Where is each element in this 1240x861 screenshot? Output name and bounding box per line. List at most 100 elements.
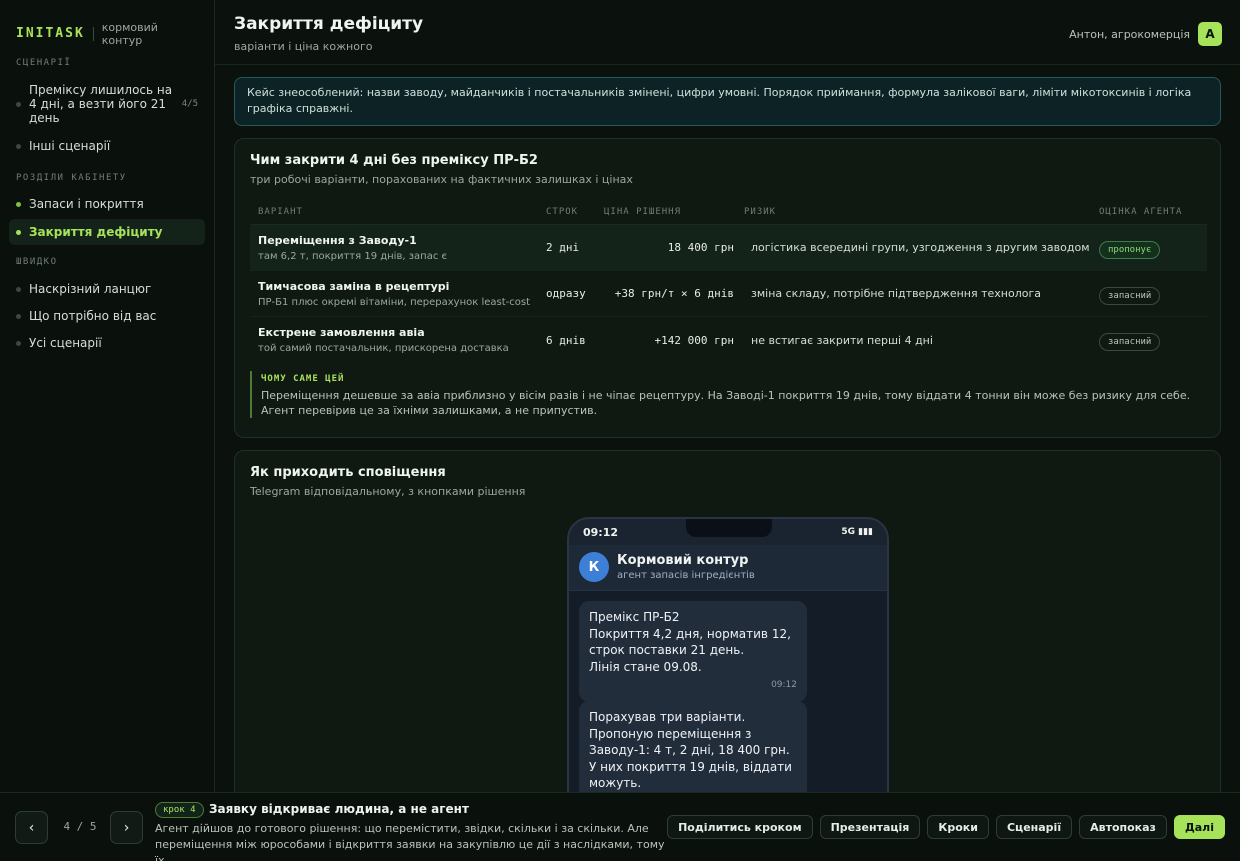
chat-description: агент запасів інгредієнтів — [617, 570, 755, 581]
sidebar-item-label: Що потрібно від вас — [29, 309, 157, 323]
sidebar-item-other-scenarios[interactable]: Інші сценарії — [9, 133, 205, 159]
sidebar-nav-quick: Наскрізний ланцюг Що потрібно від вас Ус… — [0, 276, 214, 356]
share-step-button[interactable]: Поділитись кроком — [667, 815, 813, 839]
notification-card-title: Як приходить сповіщення — [250, 465, 446, 480]
option-detail: той самий постачальник, прискорена доста… — [258, 343, 509, 354]
sidebar-item-label: Усі сценарії — [29, 336, 102, 350]
table-row[interactable]: Екстрене замовлення авіа той самий поста… — [250, 317, 1207, 363]
chat-message: Порахував три варіанти. Пропоную переміщ… — [579, 701, 807, 800]
chat-message: Премікс ПР-Б2 Покриття 4,2 дня, норматив… — [579, 601, 807, 702]
brand[interactable]: INITASK кормовий контур — [0, 0, 214, 50]
column-header-price: ЦІНА РІШЕННЯ — [604, 206, 682, 217]
user-menu[interactable]: Антон, агрокомерція А — [1069, 22, 1222, 46]
sidebar-item-chain[interactable]: Наскрізний ланцюг — [9, 276, 205, 302]
rating-cell: запасний — [1099, 283, 1207, 305]
sidebar-item-stocks[interactable]: Запаси і покриття — [9, 191, 205, 217]
header-divider — [215, 64, 1240, 65]
user-name[interactable]: Антон, агрокомерція — [1069, 28, 1190, 41]
option-detail: там 6,2 т, покриття 19 днів, запас є — [258, 250, 447, 262]
sidebar-nav-cabinet: Запаси і покриття Закриття дефіциту — [0, 191, 214, 245]
option-risk: логістика всередині групи, узгодження з … — [751, 241, 1090, 254]
message-text: Премікс ПР-Б2 Покриття 4,2 дня, норматив… — [589, 610, 791, 674]
column-header-term: СТРОК — [546, 206, 579, 217]
option-price: 18 400 грн — [667, 241, 734, 254]
chat-avatar: К — [579, 552, 609, 582]
brand-logo[interactable]: INITASK — [16, 26, 85, 41]
why-title: ЧОМУ САМЕ ЦЕЙ — [261, 374, 345, 384]
autoplay-button[interactable]: Автопоказ — [1079, 815, 1167, 839]
sidebar-section-title-quick: ШВИДКО — [16, 257, 58, 267]
why-text: Переміщення дешевше за авіа приблизно у … — [261, 389, 1191, 417]
bullet-icon — [16, 313, 21, 319]
option-name: Екстрене замовлення авіа — [258, 326, 425, 339]
presentation-button[interactable]: Презентація — [819, 815, 921, 839]
prev-step-button[interactable]: ‹ — [15, 811, 48, 844]
sidebar-item-all-scenarios[interactable]: Усі сценарії — [9, 330, 205, 356]
step-badge: крок 4 — [155, 802, 204, 818]
sidebar-item-deficit[interactable]: Закриття дефіциту — [9, 219, 205, 245]
status-badge: запасний — [1099, 333, 1161, 351]
why-callout: ЧОМУ САМЕ ЦЕЙ Переміщення дешевше за аві… — [250, 371, 1207, 418]
sidebar-item-current-scenario[interactable]: Преміксу лишилось на 4 дні, а везти його… — [9, 77, 205, 131]
next-button[interactable]: Далі — [1173, 815, 1225, 839]
options-card-title: Чим закрити 4 дні без преміксу ПР-Б2 — [250, 153, 538, 168]
sidebar-item-label: Інші сценарії — [29, 139, 111, 153]
rating-cell: запасний — [1099, 329, 1207, 351]
step-pager: 4 / 5 — [63, 820, 97, 833]
option-name: Тимчасова заміна в рецептурі — [258, 279, 450, 293]
column-header-risk: РИЗИК — [744, 206, 777, 217]
option-name: Переміщення з Заводу-1 — [258, 233, 417, 247]
sidebar-section-title-cabinet: РОЗДІЛИ КАБІНЕТУ — [16, 173, 127, 183]
next-step-button[interactable]: › — [110, 811, 143, 844]
notification-card-subtitle: Telegram відповідальному, з кнопками ріш… — [250, 485, 526, 498]
signal-icon: 5G ▮▮▮ — [841, 527, 873, 537]
scenarios-button[interactable]: Сценарії — [995, 815, 1073, 839]
sidebar-item-label: Наскрізний ланцюг — [29, 282, 152, 296]
sidebar-item-needs[interactable]: Що потрібно від вас — [9, 303, 205, 329]
table-row[interactable]: Тимчасова заміна в рецептурі ПР-Б1 плюс … — [250, 271, 1207, 317]
message-text: Порахував три варіанти. Пропоную переміщ… — [589, 710, 792, 790]
brand-divider — [92, 26, 94, 41]
bullet-icon — [16, 201, 21, 207]
column-header-rating: ОЦІНКА АГЕНТА — [1099, 206, 1183, 217]
bullet-icon — [16, 229, 21, 235]
option-price: +142 000 грн — [654, 333, 734, 347]
steps-button[interactable]: Кроки — [927, 815, 989, 839]
sidebar-section-title-scenarios: СЦЕНАРІЇ — [16, 58, 72, 68]
option-term: 2 дні — [546, 241, 580, 254]
phone-status-time: 09:12 — [583, 526, 619, 539]
bottom-bar: ‹ 4 / 5 › крок 4 Заявку відкриває людина… — [0, 792, 1240, 861]
step-title: Заявку відкриває людина, а не агент — [209, 802, 469, 816]
chat-body: Премікс ПР-Б2 Покриття 4,2 дня, норматив… — [569, 591, 887, 809]
bullet-icon — [16, 286, 21, 292]
phone-mockup: 09:12 5G ▮▮▮ К Кормовий контур агент зап… — [567, 517, 889, 809]
message-time: 09:12 — [771, 680, 797, 690]
option-cell: Тимчасова заміна в рецептурі ПР-Б1 плюс … — [250, 280, 546, 308]
option-cell: Переміщення з Заводу-1 там 6,2 т, покрит… — [250, 234, 546, 262]
table-header: ВАРІАНТ СТРОК ЦІНА РІШЕННЯ РИЗИК ОЦІНКА … — [250, 199, 1207, 225]
notification-card: Як приходить сповіщення Telegram відпові… — [234, 450, 1221, 810]
option-risk: не встигає закрити перші 4 дні — [751, 333, 933, 347]
option-cell: Екстрене замовлення авіа той самий поста… — [250, 326, 546, 354]
option-term: одразу — [546, 287, 586, 300]
table-row[interactable]: Переміщення з Заводу-1 там 6,2 т, покрит… — [250, 225, 1207, 271]
option-price: +38 грн/т × 6 днів — [614, 287, 734, 300]
sidebar: INITASK кормовий контур СЦЕНАРІЇ Премікс… — [0, 0, 215, 792]
options-card-subtitle: три робочі варіанти, порахованих на факт… — [250, 173, 633, 186]
status-badge: пропонує — [1099, 240, 1161, 259]
phone-notch — [686, 519, 772, 537]
bullet-icon — [16, 143, 21, 149]
chat-name: Кормовий контур — [617, 553, 749, 568]
chat-header: К Кормовий контур агент запасів інгредіє… — [569, 545, 887, 591]
bullet-icon — [16, 101, 21, 107]
column-header-option: ВАРІАНТ — [258, 206, 303, 217]
avatar[interactable]: А — [1198, 22, 1222, 46]
case-notice: Кейс знеособлений: назви заводу, майданч… — [234, 77, 1221, 126]
sidebar-nav-scenarios: Преміксу лишилось на 4 дні, а везти його… — [0, 77, 214, 159]
options-card: Чим закрити 4 дні без преміксу ПР-Б2 три… — [234, 138, 1221, 438]
brand-subtitle: кормовий контур — [101, 20, 158, 47]
sidebar-item-label: Преміксу лишилось на 4 дні, а везти його… — [29, 83, 173, 125]
option-risk: зміна складу, потрібне підтвердження тех… — [751, 287, 1041, 300]
option-term: 6 днів — [546, 333, 586, 347]
page-header: Закриття дефіциту варіанти і ціна кожног… — [234, 14, 1222, 54]
